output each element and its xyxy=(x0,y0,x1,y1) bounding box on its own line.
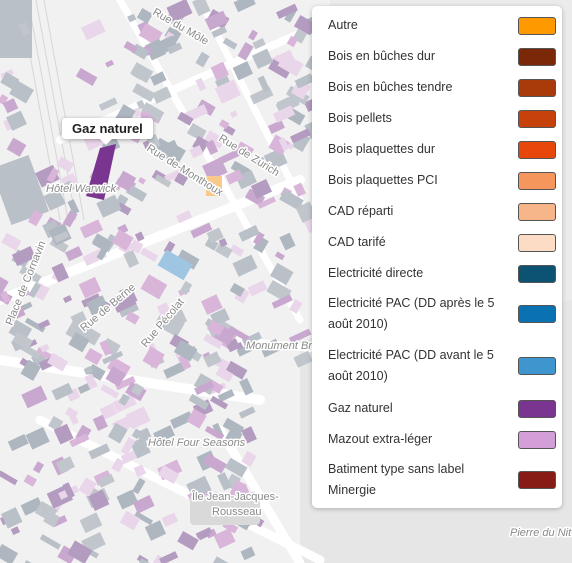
legend-label: Electricité directe xyxy=(328,266,424,280)
legend-label: CAD réparti xyxy=(328,204,394,218)
legend-swatch xyxy=(518,264,556,283)
legend-swatch xyxy=(518,233,556,252)
legend-item: Mazout extra-léger xyxy=(328,429,556,450)
legend-swatch xyxy=(518,109,556,128)
legend-label: Autre xyxy=(328,18,358,32)
legend-item: Autre xyxy=(328,15,556,36)
legend-item: Bois en bûches tendre xyxy=(328,77,556,98)
legend-item: Batiment type sans label Minergie xyxy=(328,459,556,501)
place-label: Rousseau xyxy=(212,506,262,518)
legend-swatch xyxy=(518,16,556,35)
legend-item: Electricité PAC (DD après le 5 août 2010… xyxy=(328,293,556,335)
legend-label: Electricité PAC (DD après le 5 août 2010… xyxy=(328,296,495,331)
legend-item: Bois plaquettes dur xyxy=(328,139,556,160)
legend-label: Gaz naturel xyxy=(328,401,393,415)
legend-swatch xyxy=(518,430,556,449)
legend-swatch xyxy=(518,357,556,375)
legend-item: Electricité directe xyxy=(328,263,556,284)
legend-label: Electricité PAC (DD avant le 5 août 2010… xyxy=(328,348,494,383)
map-tooltip: Gaz naturel xyxy=(62,118,153,145)
legend-label: Bois plaquettes PCI xyxy=(328,173,438,187)
place-label: Pierre du Nit xyxy=(510,527,572,539)
legend-swatch xyxy=(518,78,556,97)
legend-label: Mazout extra-léger xyxy=(328,432,433,446)
legend-item: Electricité PAC (DD avant le 5 août 2010… xyxy=(328,345,556,387)
legend-swatch xyxy=(518,305,556,323)
legend-label: Bois pellets xyxy=(328,111,392,125)
legend-item: Bois pellets xyxy=(328,108,556,129)
legend-swatch xyxy=(518,140,556,159)
poi-label: Monument Bru xyxy=(246,340,318,352)
poi-label: Hôtel Four Seasons xyxy=(148,437,246,449)
poi-label: Hôtel Warwick xyxy=(46,183,117,195)
legend-swatch xyxy=(518,171,556,190)
legend-item: Gaz naturel xyxy=(328,398,556,419)
legend-label: CAD tarifé xyxy=(328,235,386,249)
legend-label: Bois en bûches dur xyxy=(328,49,436,63)
legend-item: Bois plaquettes PCI xyxy=(328,170,556,191)
legend-label: Batiment type sans label Minergie xyxy=(328,462,465,497)
legend-item: CAD tarifé xyxy=(328,232,556,253)
legend-swatch xyxy=(518,47,556,66)
legend-swatch xyxy=(518,399,556,418)
place-label: Île Jean-Jacques- xyxy=(191,490,279,503)
legend-item: Bois en bûches dur xyxy=(328,46,556,67)
legend-label: Bois plaquettes dur xyxy=(328,142,436,156)
legend-panel: Autre Bois en bûches dur Bois en bûches te… xyxy=(312,6,562,508)
legend-label: Bois en bûches tendre xyxy=(328,80,453,94)
legend-item: CAD réparti xyxy=(328,201,556,222)
legend-swatch xyxy=(518,202,556,221)
legend-swatch xyxy=(518,471,556,489)
